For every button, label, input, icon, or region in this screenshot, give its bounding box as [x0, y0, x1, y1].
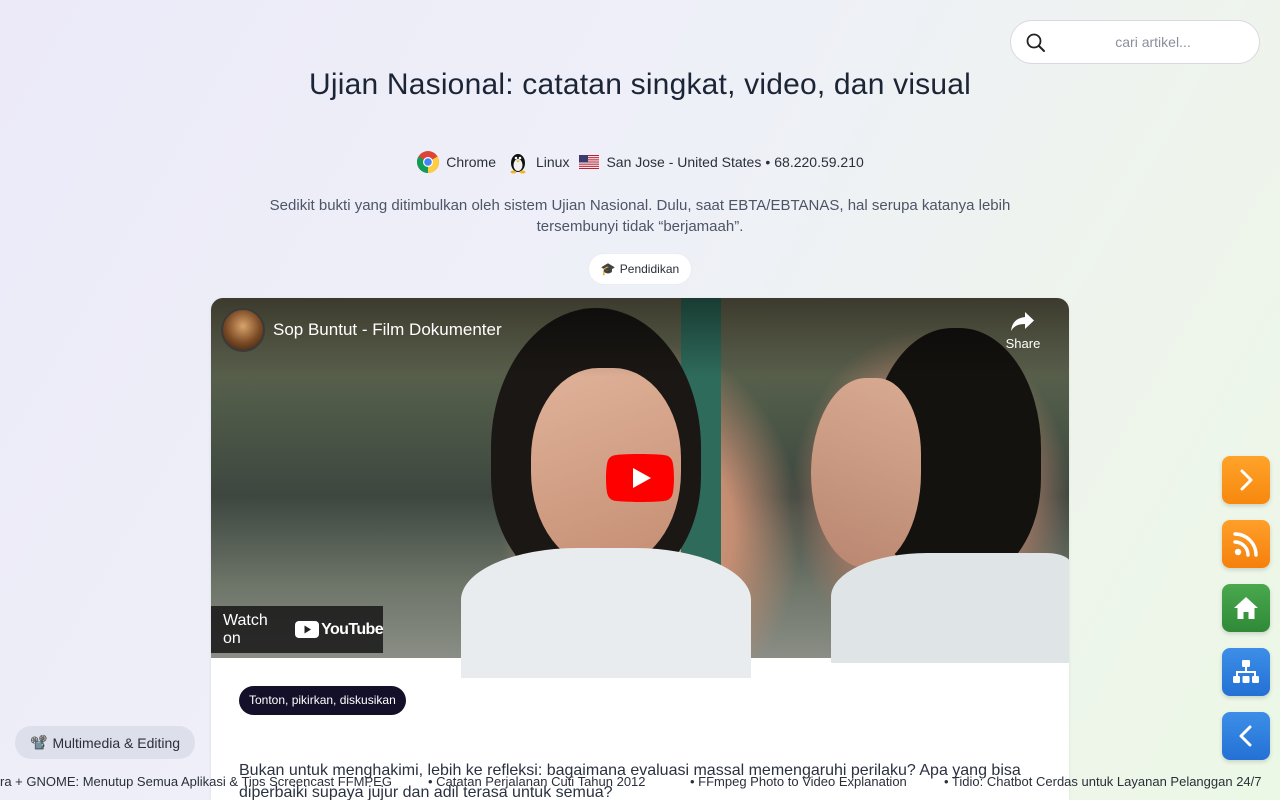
- film-projector-icon: 📽️: [30, 734, 48, 750]
- ticker-item[interactable]: ra + GNOME: Menutup Semua Aplikasi & Tip…: [0, 774, 392, 789]
- browser-label: Chrome: [446, 154, 496, 170]
- share-button[interactable]: Share: [1003, 310, 1043, 351]
- sitemap-icon: [1233, 660, 1259, 683]
- home-button[interactable]: [1222, 584, 1270, 632]
- article-description: Sedikit bukti yang ditimbulkan oleh sist…: [269, 197, 1011, 235]
- youtube-embed[interactable]: Sop Buntut - Film Dokumenter Share Watch…: [211, 298, 1069, 678]
- meta-separator: •: [765, 154, 771, 170]
- page-title: Ujian Nasional: catatan singkat, video, …: [308, 68, 972, 101]
- youtube-logo: YouTube: [295, 620, 384, 639]
- previous-article-button[interactable]: [1222, 712, 1270, 760]
- graduation-cap-icon: 🎓: [600, 262, 616, 276]
- card-pill-label: Tonton, pikirkan, diskusikan: [239, 686, 406, 715]
- watch-on-youtube-button[interactable]: Watch on YouTube: [211, 606, 384, 653]
- ticker-item[interactable]: • FFmpeg Photo to Video Explanation: [690, 774, 907, 789]
- us-flag-icon: [579, 155, 600, 169]
- browser-info: Chrome: [416, 150, 496, 174]
- chevron-left-icon: [1239, 725, 1252, 747]
- share-icon: [1011, 312, 1034, 331]
- ticker-item[interactable]: • Tidio: Chatbot Cerdas untuk Layanan Pe…: [944, 774, 1262, 789]
- related-articles-ticker: ra + GNOME: Menutup Semua Aplikasi & Tip…: [0, 772, 1280, 792]
- chrome-icon: [416, 150, 440, 174]
- rss-icon: [1233, 532, 1258, 557]
- ticker-item[interactable]: • Catatan Perjalanan Cuti Tahun 2012: [428, 774, 646, 789]
- next-article-button[interactable]: [1222, 456, 1270, 504]
- video-header[interactable]: Sop Buntut - Film Dokumenter: [221, 308, 502, 352]
- rss-feed-button[interactable]: [1222, 520, 1270, 568]
- youtube-wordmark: YouTube: [321, 620, 383, 638]
- visitor-meta: Chrome Linux San Jose - United States • …: [0, 148, 1280, 176]
- linux-tux-icon: [506, 150, 530, 174]
- channel-avatar[interactable]: [221, 308, 265, 352]
- youtube-play-icon: [606, 454, 674, 502]
- tag-label: Pendidikan: [619, 262, 680, 276]
- chevron-right-icon: [1240, 469, 1253, 491]
- home-icon: [1234, 597, 1258, 619]
- multimedia-category-chip[interactable]: 📽️ Multimedia & Editing: [15, 726, 196, 759]
- category-tag-pendidikan[interactable]: 🎓 Pendidikan: [588, 253, 692, 285]
- ip-label: 68.220.59.210: [774, 154, 864, 170]
- video-title[interactable]: Sop Buntut - Film Dokumenter: [273, 320, 502, 340]
- watch-on-label: Watch on: [223, 611, 268, 647]
- os-info: Linux: [506, 150, 569, 174]
- location-info: San Jose - United States • 68.220.59.210: [579, 154, 864, 170]
- search-input[interactable]: [1011, 21, 1259, 63]
- sitemap-button[interactable]: [1222, 648, 1270, 696]
- share-label: Share: [1005, 336, 1041, 351]
- search-icon: [1025, 32, 1047, 54]
- youtube-logo-icon: [295, 621, 320, 638]
- article-card: Sop Buntut - Film Dokumenter Share Watch…: [211, 298, 1069, 800]
- play-button[interactable]: [606, 454, 674, 502]
- category-chip-label: Multimedia & Editing: [52, 734, 181, 751]
- location-label: San Jose - United States: [606, 154, 762, 170]
- os-label: Linux: [536, 154, 570, 170]
- search-box[interactable]: [1010, 20, 1260, 64]
